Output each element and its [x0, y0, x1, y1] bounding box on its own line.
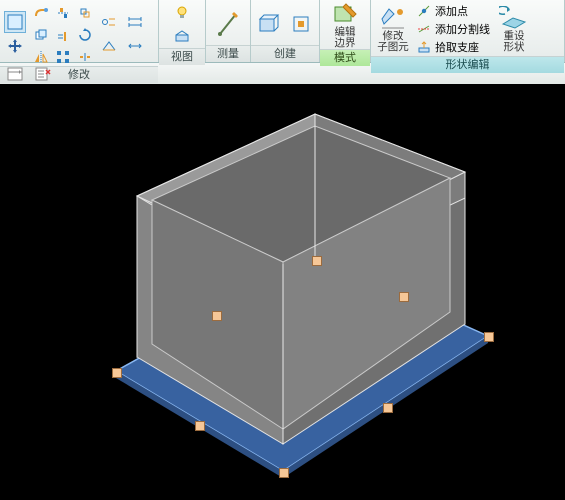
- offset-icon[interactable]: [74, 2, 96, 24]
- panel-measure: 测量: [206, 0, 251, 62]
- panel-shape-edit: 修改子图元 添加点 添加分割线 拾取支座 重设形状: [371, 0, 565, 62]
- add-point-label: 添加点: [435, 3, 468, 19]
- ribbon: 修改 视图 测量 创建 编辑边界 模式: [0, 0, 565, 63]
- pipe-icon[interactable]: [30, 2, 52, 24]
- panel-mode: 编辑边界 模式: [320, 0, 371, 62]
- filter-close-icon[interactable]: [32, 63, 54, 85]
- edit-boundary-button[interactable]: 编辑边界: [327, 2, 363, 49]
- shape-grip[interactable]: [312, 256, 322, 266]
- dim-a-icon[interactable]: [124, 11, 146, 33]
- pick-support-label: 拾取支座: [435, 39, 479, 55]
- panel-view-label: 视图: [159, 48, 205, 65]
- panel-create-label: 创建: [251, 45, 319, 62]
- panel-modify: 修改: [0, 0, 159, 62]
- modify-subelements-button[interactable]: 修改子图元: [375, 6, 411, 53]
- split-icon[interactable]: [74, 46, 96, 68]
- mod-sub-l2: 子图元: [377, 41, 409, 53]
- panel-create: 创建: [251, 0, 320, 62]
- shape-grip[interactable]: [195, 421, 205, 431]
- section-icon[interactable]: [171, 26, 193, 48]
- panel-mode-label: 模式: [320, 49, 370, 66]
- add-split-label: 添加分割线: [435, 21, 490, 37]
- measure-button[interactable]: [210, 10, 246, 38]
- lightbulb-icon[interactable]: [171, 2, 193, 24]
- pick-support-button[interactable]: 拾取支座: [415, 38, 492, 56]
- move-tool-icon[interactable]: [4, 35, 26, 57]
- opt-b-icon[interactable]: [98, 35, 120, 57]
- add-point-button[interactable]: 添加点: [415, 2, 492, 20]
- align-icon[interactable]: [52, 2, 74, 24]
- panel-measure-label: 测量: [206, 45, 250, 62]
- create-a-icon[interactable]: [255, 10, 283, 38]
- array-icon[interactable]: [52, 46, 74, 68]
- panel-view: 视图: [159, 0, 206, 62]
- panel-shape-label: 形状编辑: [371, 56, 564, 73]
- shape-grip[interactable]: [399, 292, 409, 302]
- shape-grip[interactable]: [212, 311, 222, 321]
- shape-grip[interactable]: [484, 332, 494, 342]
- opt-a-icon[interactable]: [98, 11, 120, 33]
- add-split-line-button[interactable]: 添加分割线: [415, 20, 492, 38]
- shape-grip[interactable]: [383, 403, 393, 413]
- trim-icon[interactable]: [52, 24, 74, 46]
- copy-icon[interactable]: [30, 24, 52, 46]
- reset-shape-button[interactable]: 重设形状: [496, 6, 532, 53]
- rotate-icon[interactable]: [74, 24, 96, 46]
- create-b-icon[interactable]: [287, 10, 315, 38]
- shape-grip[interactable]: [279, 468, 289, 478]
- viewport-3d[interactable]: [0, 84, 565, 500]
- reset-l2: 形状: [504, 41, 525, 53]
- edit-boundary-l2: 边界: [335, 37, 356, 49]
- shape-grip[interactable]: [112, 368, 122, 378]
- dim-b-icon[interactable]: [124, 35, 146, 57]
- properties-toggle-icon[interactable]: [4, 63, 26, 85]
- select-tool-icon[interactable]: [4, 11, 26, 33]
